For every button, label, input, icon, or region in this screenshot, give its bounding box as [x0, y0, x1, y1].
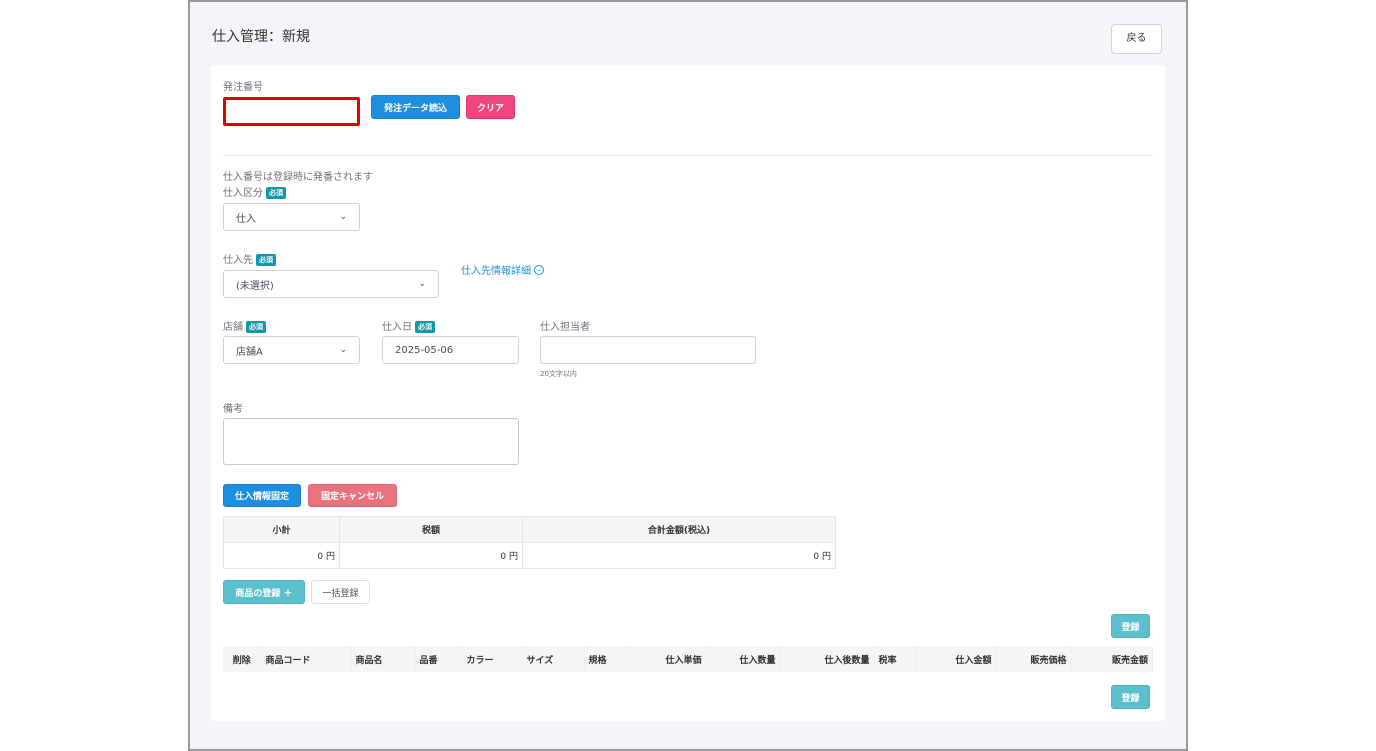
col-color: カラー	[462, 646, 523, 672]
register-button-top[interactable]: 登録	[1111, 614, 1150, 638]
col-item-number: 品番	[415, 646, 463, 672]
remarks-textarea[interactable]	[223, 418, 519, 465]
page-title: 仕入管理：新規	[212, 29, 310, 45]
required-badge: 必須	[415, 321, 435, 333]
purchase-number-note: 仕入番号は登録時に発番されます	[223, 172, 373, 183]
supplier-select[interactable]: (未選択) ⌄	[223, 270, 439, 298]
form-card: 発注番号 発注データ読込 クリア 仕入番号は登録時に発番されます 仕入区分 必須 …	[211, 65, 1165, 721]
load-order-button[interactable]: 発注データ読込	[371, 95, 460, 119]
order-number-input[interactable]	[223, 97, 360, 126]
staff-hint: 20文字以内	[540, 370, 577, 378]
back-button[interactable]: 戻る	[1111, 24, 1162, 54]
col-sale-price: 販売価格	[996, 646, 1072, 672]
order-number-label: 発注番号	[223, 82, 263, 93]
required-badge: 必須	[256, 254, 276, 266]
summary-subtotal: 0 円	[223, 542, 340, 569]
col-quantity: 仕入数量	[706, 646, 781, 672]
summary-header-subtotal: 小計	[223, 516, 340, 543]
staff-label: 仕入担当者	[540, 322, 590, 333]
summary-header-tax: 税額	[339, 516, 523, 543]
col-delete: 削除	[223, 646, 262, 672]
store-select[interactable]: 店舗A ⌄	[223, 336, 360, 364]
date-input[interactable]: 2025-05-06	[382, 336, 519, 364]
cancel-fix-button[interactable]: 固定キャンセル	[308, 484, 397, 507]
col-sale-amount: 販売金額	[1071, 646, 1153, 672]
clear-button[interactable]: クリア	[466, 95, 515, 119]
divider	[223, 155, 1153, 156]
col-size: サイズ	[522, 646, 585, 672]
col-product-code: 商品コード	[261, 646, 352, 672]
summary-tax: 0 円	[339, 542, 523, 569]
staff-input[interactable]	[540, 336, 756, 364]
col-purchase-amount: 仕入金額	[916, 646, 997, 672]
chevron-down-icon: ⌄	[339, 212, 347, 222]
col-product-name: 商品名	[351, 646, 416, 672]
store-label: 店舗 必須	[223, 318, 266, 333]
add-product-button[interactable]: 商品の登録 ＋	[223, 580, 305, 604]
required-badge: 必須	[266, 187, 286, 199]
chevron-down-icon: ⌄	[339, 345, 347, 355]
supplier-label: 仕入先 必須	[223, 251, 276, 266]
chevron-down-circle-icon: ⌄	[534, 264, 544, 275]
register-button-bottom[interactable]: 登録	[1111, 685, 1150, 709]
supplier-detail-link[interactable]: 仕入先情報詳細 ⌄	[461, 262, 544, 277]
date-label: 仕入日 必須	[382, 318, 435, 333]
col-unit-cost: 仕入単価	[630, 646, 707, 672]
summary-total: 0 円	[522, 542, 836, 569]
items-table: 削除 商品コード 商品名 品番 カラー サイズ 規格 仕入単価 仕入数量 仕入後…	[223, 646, 1153, 672]
col-spec: 規格	[584, 646, 631, 672]
col-tax-rate: 税率	[874, 646, 917, 672]
bulk-register-button[interactable]: 一括登録	[311, 580, 370, 604]
app-frame: 仕入管理：新規 戻る 発注番号 発注データ読込 クリア 仕入番号は登録時に発番さ…	[188, 0, 1188, 751]
remarks-label: 備考	[223, 404, 243, 415]
category-label: 仕入区分 必須	[223, 184, 286, 199]
summary-table: 小計 税額 合計金額(税込) 0 円 0 円 0 円	[223, 516, 836, 569]
col-after-quantity: 仕入後数量	[780, 646, 875, 672]
chevron-down-icon: ⌄	[418, 279, 426, 289]
required-badge: 必須	[246, 321, 266, 333]
summary-header-total: 合計金額(税込)	[522, 516, 836, 543]
category-select[interactable]: 仕入 ⌄	[223, 203, 360, 231]
fix-info-button[interactable]: 仕入情報固定	[223, 484, 301, 507]
